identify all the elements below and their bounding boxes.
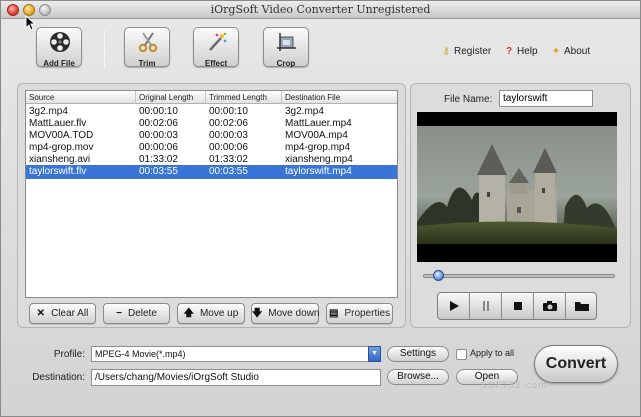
clear-all-button[interactable]: ✕ Clear All bbox=[29, 303, 96, 324]
about-link[interactable]: ✦ About bbox=[551, 46, 590, 57]
chevron-down-icon[interactable]: ▼ bbox=[368, 346, 381, 362]
profile-value: MPEG-4 Movie(*.mp4) bbox=[95, 349, 186, 359]
key-icon: ⚷ bbox=[442, 46, 450, 57]
camera-icon bbox=[542, 301, 557, 311]
register-link[interactable]: ⚷ Register bbox=[441, 46, 491, 57]
arrow-down-icon: 🡇 bbox=[252, 308, 263, 319]
profile-label: Profile: bbox=[53, 349, 85, 360]
table-cell: 00:03:55 bbox=[139, 166, 178, 177]
x-icon: ✕ bbox=[36, 308, 46, 319]
stop-icon bbox=[513, 302, 522, 310]
arrow-up-icon: 🡅 bbox=[183, 308, 194, 319]
move-down-label: Move down bbox=[268, 308, 320, 319]
play-button[interactable] bbox=[438, 293, 470, 319]
settings-button[interactable]: Settings bbox=[387, 346, 449, 362]
convert-button[interactable]: Convert bbox=[534, 345, 618, 383]
zoom-window-button[interactable] bbox=[39, 4, 51, 16]
apply-to-all-checkbox[interactable] bbox=[456, 349, 467, 360]
table-cell: taylorswift.mp4 bbox=[285, 166, 352, 177]
crop-label: Crop bbox=[276, 59, 296, 68]
title-bar: iOrgSoft Video Converter Unregistered bbox=[1, 1, 640, 19]
column-header-original-length[interactable]: Original Length bbox=[136, 91, 206, 104]
stop-button[interactable] bbox=[502, 293, 534, 319]
move-up-button[interactable]: 🡅 Move up bbox=[177, 303, 245, 324]
pause-button[interactable] bbox=[470, 293, 502, 319]
properties-icon: ▤ bbox=[328, 308, 339, 319]
video-frame-castle-image bbox=[417, 112, 617, 262]
help-link[interactable]: ? Help bbox=[504, 46, 538, 57]
trim-label: Trim bbox=[138, 59, 156, 68]
toolbar: Add File Trim Effect Crop ⚷ Register ? H… bbox=[1, 20, 640, 76]
file-name-input[interactable] bbox=[499, 90, 593, 107]
delete-button[interactable]: − Delete bbox=[103, 303, 170, 324]
play-icon bbox=[449, 301, 459, 311]
lightbulb-icon: ✦ bbox=[551, 46, 561, 57]
file-name-label: File Name: bbox=[444, 94, 493, 105]
magic-wand-icon bbox=[209, 32, 227, 51]
profile-select[interactable]: MPEG-4 Movie(*.mp4) ▼ bbox=[91, 346, 381, 362]
playback-controls bbox=[437, 292, 597, 320]
pause-icon bbox=[482, 301, 489, 311]
register-label: Register bbox=[454, 46, 492, 57]
crop-icon bbox=[277, 33, 296, 51]
playback-slider[interactable] bbox=[423, 270, 615, 281]
folder-icon bbox=[575, 302, 589, 311]
open-snapshot-folder-button[interactable] bbox=[566, 293, 596, 319]
preview-panel: File Name: bbox=[410, 83, 631, 328]
move-down-button[interactable]: 🡇 Move down bbox=[251, 303, 319, 324]
film-reel-icon bbox=[50, 32, 70, 52]
playback-slider-knob[interactable] bbox=[433, 270, 444, 281]
add-file-label: Add File bbox=[43, 59, 75, 68]
delete-label: Delete bbox=[127, 308, 157, 319]
table-cell: taylorswift.flv bbox=[29, 166, 87, 177]
browse-button[interactable]: Browse... bbox=[387, 369, 449, 385]
table-header: Source Original Length Trimmed Length De… bbox=[26, 91, 397, 104]
apply-to-all-label: Apply to all bbox=[470, 348, 515, 358]
close-window-button[interactable] bbox=[7, 4, 19, 16]
about-label: About bbox=[564, 46, 591, 57]
video-preview bbox=[417, 112, 617, 262]
app-window: iOrgSoft Video Converter Unregistered Ad… bbox=[0, 0, 641, 417]
question-icon: ? bbox=[505, 46, 513, 57]
properties-label: Properties bbox=[344, 308, 391, 319]
help-label: Help bbox=[517, 46, 538, 57]
table-row[interactable]: taylorswift.flv 00:03:55 00:03:55 taylorswi… bbox=[26, 165, 397, 179]
clear-all-label: Clear All bbox=[51, 308, 89, 319]
file-list-panel: Source Original Length Trimmed Length De… bbox=[17, 83, 406, 328]
move-up-label: Move up bbox=[199, 308, 239, 319]
toolbar-separator bbox=[104, 30, 105, 68]
column-header-source[interactable]: Source bbox=[26, 91, 136, 104]
destination-path-field[interactable]: /Users/chang/Movies/iOrgSoft Studio bbox=[91, 369, 381, 386]
watermark-text: SOFT32.com bbox=[481, 381, 548, 391]
minus-icon: − bbox=[116, 308, 122, 319]
column-header-destination-file[interactable]: Destination File bbox=[282, 91, 397, 104]
properties-button[interactable]: ▤ Properties bbox=[326, 303, 393, 324]
table-cell: 00:03:55 bbox=[209, 166, 248, 177]
file-table[interactable]: Source Original Length Trimmed Length De… bbox=[25, 90, 398, 298]
snapshot-button[interactable] bbox=[534, 293, 566, 319]
window-title: iOrgSoft Video Converter Unregistered bbox=[210, 3, 431, 16]
effect-label: Effect bbox=[204, 59, 228, 68]
column-header-trimmed-length[interactable]: Trimmed Length bbox=[206, 91, 282, 104]
scissors-icon bbox=[138, 32, 158, 53]
destination-label: Destination: bbox=[32, 372, 85, 383]
